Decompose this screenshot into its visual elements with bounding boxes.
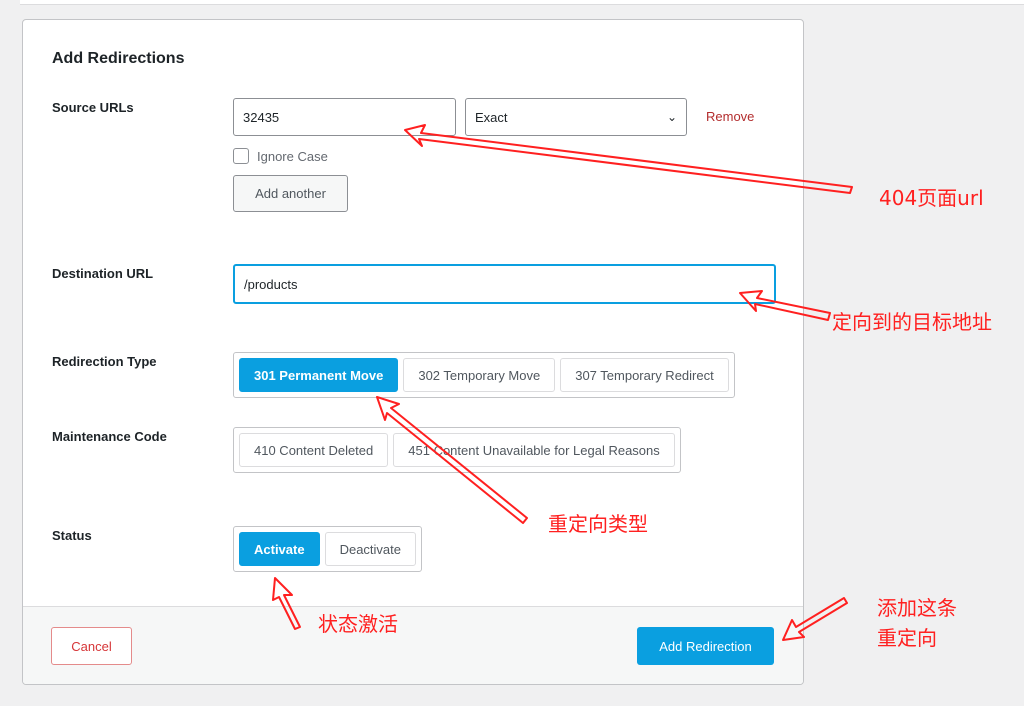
- annotation-type: 重定向类型: [548, 512, 648, 536]
- arrow-type: [376, 396, 528, 524]
- annotation-arrows: [272, 124, 853, 641]
- annotation-status: 状态激活: [318, 612, 398, 636]
- annotation-destination: 定向到的目标地址: [832, 310, 992, 334]
- arrow-source: [404, 124, 853, 194]
- arrow-destination: [739, 290, 831, 321]
- annotation-submit-line2: 重定向: [877, 626, 937, 650]
- arrow-submit: [782, 597, 848, 641]
- arrow-status: [272, 577, 301, 630]
- annotation-submit-line1: 添加这条: [877, 596, 957, 620]
- annotation-source: 404页面url: [879, 186, 984, 210]
